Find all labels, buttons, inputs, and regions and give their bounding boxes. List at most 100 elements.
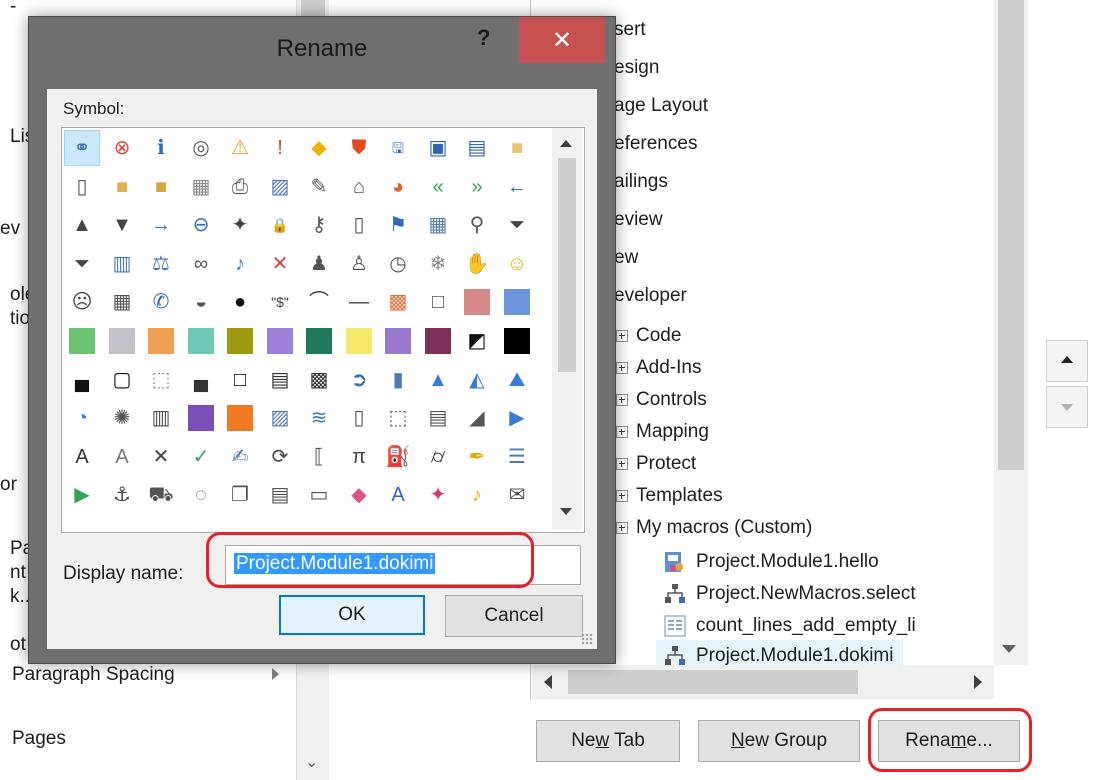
- cancel-button[interactable]: Cancel: [445, 595, 583, 637]
- toolbox-icon[interactable]: ⛟: [144, 478, 178, 512]
- phone-icon[interactable]: ✆: [144, 285, 178, 319]
- paint-bucket-icon[interactable]: ⛽: [381, 440, 415, 474]
- symbol-grid-scrollbar[interactable]: [552, 128, 582, 530]
- square-yellow-icon[interactable]: [342, 324, 376, 358]
- microphone-icon[interactable]: ♪: [223, 247, 257, 281]
- save-as-icon[interactable]: ▤: [460, 131, 494, 165]
- image-wave-icon[interactable]: ≋: [302, 401, 336, 435]
- print-icon[interactable]: ⎙: [223, 170, 257, 204]
- refresh-icon[interactable]: ⟳: [263, 440, 297, 474]
- help-button[interactable]: ?: [477, 25, 490, 51]
- tree-item-view[interactable]: ew: [614, 242, 638, 274]
- circle-back-icon[interactable]: ⊖: [184, 208, 218, 242]
- square-blue-icon[interactable]: [500, 285, 534, 319]
- square-thin-icon[interactable]: □: [223, 363, 257, 397]
- expand-icon[interactable]: [616, 458, 628, 470]
- butterfly-icon[interactable]: ✦: [421, 478, 455, 512]
- back-arrow-icon[interactable]: ←: [500, 170, 534, 204]
- triangle-up-icon[interactable]: ▲: [65, 208, 99, 242]
- document-edit-icon[interactable]: ✎: [302, 170, 336, 204]
- move-down-button[interactable]: [1046, 386, 1088, 428]
- check-icon[interactable]: ✓: [184, 440, 218, 474]
- square-purple-icon[interactable]: [263, 324, 297, 358]
- text-a-icon[interactable]: A: [65, 440, 99, 474]
- expand-icon[interactable]: [616, 490, 628, 502]
- tree-item-insert[interactable]: sert: [614, 14, 646, 46]
- save-all-icon[interactable]: ▣: [421, 131, 455, 165]
- tree-group-templates[interactable]: Templates: [616, 480, 723, 512]
- ok-button[interactable]: OK: [279, 595, 425, 635]
- move-up-button[interactable]: [1046, 340, 1088, 382]
- macro-item-hello[interactable]: Project.Module1.hello: [664, 546, 879, 578]
- square-teal-icon[interactable]: [184, 324, 218, 358]
- mountains-icon[interactable]: ⛰: [500, 363, 534, 397]
- tree-group-protect[interactable]: Protect: [616, 448, 696, 480]
- square-outline-icon[interactable]: □: [421, 285, 455, 319]
- striped-square-icon[interactable]: ▤: [263, 363, 297, 397]
- slide-icon[interactable]: ▶: [500, 401, 534, 435]
- scroll-right-icon[interactable]: [974, 675, 982, 689]
- warning-icon[interactable]: ⚠: [223, 131, 257, 165]
- diamond-warning-icon[interactable]: ◆: [302, 131, 336, 165]
- envelope-icon[interactable]: ✉: [500, 478, 534, 512]
- list-item-pages[interactable]: Pages: [12, 728, 66, 750]
- error-icon[interactable]: ⊗: [105, 131, 139, 165]
- snowflake-icon[interactable]: ❄: [421, 247, 455, 281]
- user-dark-icon[interactable]: ♟: [302, 247, 336, 281]
- pin-icon[interactable]: ✦: [223, 208, 257, 242]
- pi-icon[interactable]: π: [342, 440, 376, 474]
- clock-icon[interactable]: ◷: [381, 247, 415, 281]
- forward-double-icon[interactable]: »: [460, 170, 494, 204]
- half-fill-icon[interactable]: ▄: [184, 363, 218, 397]
- triangle-down-icon[interactable]: ▼: [105, 208, 139, 242]
- tree-group-controls[interactable]: Controls: [616, 384, 707, 416]
- chevron-down-icon[interactable]: ⌄: [305, 752, 318, 772]
- macro-item-count-lines[interactable]: count_lines_add_empty_li: [664, 610, 916, 642]
- key-icon[interactable]: ⚷: [302, 208, 336, 242]
- tiles-icon[interactable]: ▩: [381, 285, 415, 319]
- dash-icon[interactable]: —: [342, 285, 376, 319]
- copy-icon[interactable]: ❐: [223, 478, 257, 512]
- expand-icon[interactable]: [616, 394, 628, 406]
- italic-a-icon[interactable]: A: [381, 478, 415, 512]
- tree-item-page-layout[interactable]: age Layout: [614, 90, 708, 122]
- macro-item-select[interactable]: Project.NewMacros.select: [664, 578, 916, 610]
- folder-icon[interactable]: ■: [500, 131, 534, 165]
- mobile-icon[interactable]: ▯: [342, 208, 376, 242]
- folder-list-icon[interactable]: ▦: [184, 170, 218, 204]
- expand-icon[interactable]: [616, 330, 628, 342]
- pen-frame-icon[interactable]: ◢: [460, 401, 494, 435]
- tree-item-mailings[interactable]: ailings: [614, 166, 668, 198]
- dialog-titlebar[interactable]: Rename ? ✕: [29, 17, 615, 81]
- tree-group-add-ins[interactable]: Add-Ins: [616, 352, 701, 384]
- bar-chart-icon[interactable]: ▮: [381, 363, 415, 397]
- cylinders-icon[interactable]: ▥: [144, 401, 178, 435]
- shape-add-icon[interactable]: ◌: [184, 478, 218, 512]
- square-orange-icon[interactable]: [144, 324, 178, 358]
- calculator-icon[interactable]: ▦: [105, 285, 139, 319]
- eye-icon[interactable]: ⌒: [302, 285, 336, 319]
- user-icon[interactable]: ♙: [342, 247, 376, 281]
- square-violet-icon[interactable]: [381, 324, 415, 358]
- quote-dollar-icon[interactable]: "$": [263, 285, 297, 319]
- tree-vertical-scrollbar[interactable]: [994, 0, 1028, 665]
- symbol-grid[interactable]: ⚭ ⊗ ℹ ◎ ⚠! ◆ ⛊ 🖫 ▣ ▤ ■ ▯ ■ ■ ▦ ⎙ ▨ ✎ ⌂ ◕ «» ← ▲ ▼ → ⊖ ✦ 🔒 ⚷ ▯ ⚑ ▦ ⚲ ⏷ ⏷ ▥ ⚖ ∞…: [61, 127, 585, 533]
- piggy-bank-icon[interactable]: ◒: [184, 285, 218, 319]
- new-document-icon[interactable]: ▯: [65, 170, 99, 204]
- filter-icon[interactable]: ⏷: [500, 208, 534, 242]
- tree-group-my-macros[interactable]: My macros (Custom): [616, 512, 812, 544]
- folder-up-icon[interactable]: ■: [144, 170, 178, 204]
- triangle-chart-icon[interactable]: ◭: [460, 363, 494, 397]
- list-item-paragraph-spacing[interactable]: Paragraph Spacing: [12, 664, 175, 686]
- pictures-icon[interactable]: ▨: [263, 401, 297, 435]
- radar-icon[interactable]: ✺: [105, 401, 139, 435]
- tree-item-review[interactable]: eview: [614, 204, 663, 236]
- lock-icon[interactable]: 🔒: [263, 208, 297, 242]
- save-icon[interactable]: 🖫: [381, 131, 415, 165]
- scroll-thumb[interactable]: [568, 670, 858, 694]
- expand-icon[interactable]: [616, 426, 628, 438]
- tree-item-design[interactable]: esign: [614, 52, 659, 84]
- hand-icon[interactable]: ✋: [460, 247, 494, 281]
- filter-2-icon[interactable]: ⏷: [65, 247, 99, 281]
- new-group-button[interactable]: New Group: [698, 720, 860, 762]
